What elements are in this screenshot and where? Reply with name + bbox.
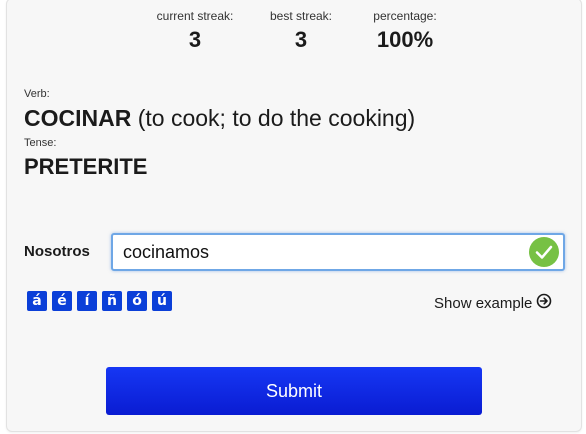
accent-buttons: á é í ñ ó ú xyxy=(27,291,172,311)
percentage-value: 100% xyxy=(376,27,434,52)
verb-heading: COCINAR (to cook; to do the cooking) xyxy=(24,104,415,132)
conjugation-card: current streak: 3 best streak: 3 percent… xyxy=(6,0,582,432)
accent-i-button[interactable]: í xyxy=(77,291,97,311)
show-example-link[interactable]: Show example xyxy=(434,293,552,313)
answer-field-wrapper xyxy=(111,233,565,271)
arrow-circle-right-icon xyxy=(536,293,552,313)
best-streak-label: best streak: xyxy=(269,9,333,23)
tense-label: Tense: xyxy=(24,137,57,149)
current-streak-value: 3 xyxy=(188,27,202,52)
best-streak-value: 3 xyxy=(294,27,308,52)
check-icon xyxy=(529,237,559,267)
accent-e-button[interactable]: é xyxy=(52,291,72,311)
percentage-label: percentage: xyxy=(373,9,437,23)
submit-button[interactable]: Submit xyxy=(106,367,482,415)
answer-input[interactable] xyxy=(113,235,523,269)
tense-value: PRETERITE xyxy=(24,154,148,179)
accent-a-button[interactable]: á xyxy=(27,291,47,311)
accent-n-button[interactable]: ñ xyxy=(102,291,122,311)
current-streak-label: current streak: xyxy=(156,9,234,23)
pronoun-label: Nosotros xyxy=(24,243,90,260)
verb-label: Verb: xyxy=(24,88,50,100)
verb-meaning: (to cook; to do the cooking) xyxy=(137,105,416,131)
percentage-stat: percentage: 100% xyxy=(362,7,448,55)
best-streak-stat: best streak: 3 xyxy=(259,7,343,55)
show-example-label: Show example xyxy=(434,294,533,312)
verb-name: COCINAR xyxy=(24,105,132,131)
current-streak-stat: current streak: 3 xyxy=(148,7,242,55)
accent-u-button[interactable]: ú xyxy=(152,291,172,311)
accent-o-button[interactable]: ó xyxy=(127,291,147,311)
